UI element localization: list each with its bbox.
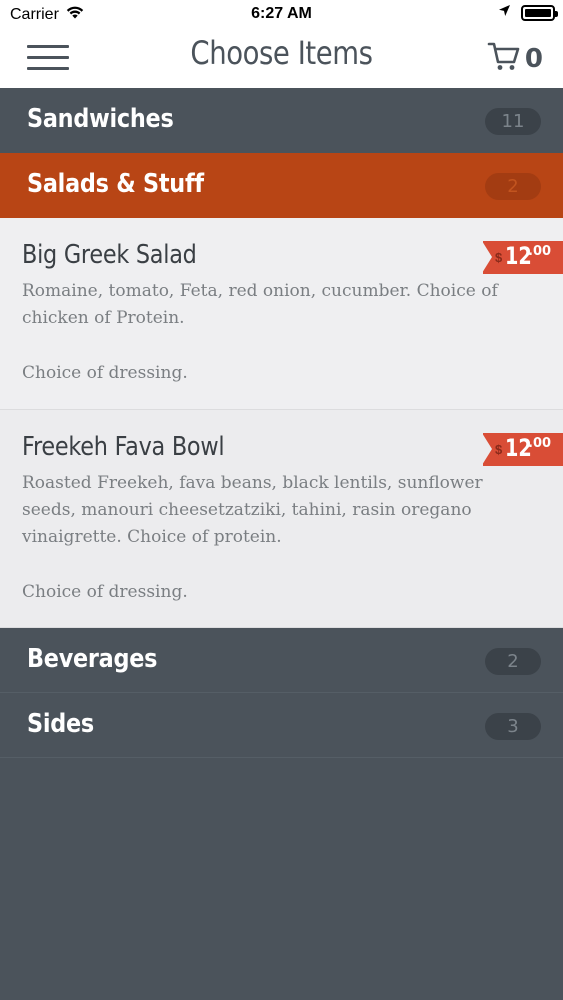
price-cents: .00 [528, 436, 552, 451]
menu-item-big-greek-salad[interactable]: Big Greek Salad $ 12 .00 Romaine, tomato… [0, 218, 563, 410]
status-bar: Carrier 6:27 AM [0, 0, 563, 28]
category-label: Sides [27, 709, 94, 739]
category-label: Beverages [27, 644, 158, 674]
location-arrow-icon [498, 4, 511, 22]
price-tag: $ 12 .00 [482, 433, 563, 466]
price-tag: $ 12 .00 [482, 241, 563, 274]
item-dressing-note: Choice of dressing. [22, 582, 188, 602]
price-cents: .00 [528, 244, 552, 259]
category-label: Salads & Stuff [27, 169, 204, 199]
status-right [498, 4, 558, 22]
navigation-bar: Choose Items 0 [0, 28, 563, 88]
price-currency: $ [495, 250, 503, 265]
item-description: Romaine, tomato, Feta, red onion, cucumb… [22, 281, 498, 328]
category-count-badge: 3 [485, 713, 541, 740]
cart-button[interactable]: 0 [487, 40, 543, 77]
category-sides[interactable]: Sides 3 [0, 693, 563, 758]
item-dressing-note: Choice of dressing. [22, 363, 188, 383]
item-description: Roasted Freekeh, fava beans, black lenti… [22, 473, 483, 547]
battery-icon [521, 5, 558, 21]
menu-item-freekeh-fava-bowl[interactable]: Freekeh Fava Bowl $ 12 .00 Roasted Freek… [0, 410, 563, 628]
item-name: Freekeh Fava Bowl [22, 432, 225, 462]
cart-count: 0 [524, 43, 543, 74]
cart-icon [487, 40, 521, 77]
category-count-badge: 11 [485, 108, 541, 135]
category-count-badge: 2 [485, 173, 541, 200]
category-salads-and-stuff[interactable]: Salads & Stuff 2 [0, 153, 563, 218]
item-name: Big Greek Salad [22, 240, 197, 270]
category-sandwiches[interactable]: Sandwiches 11 [0, 88, 563, 153]
category-count-badge: 2 [485, 648, 541, 675]
category-beverages[interactable]: Beverages 2 [0, 628, 563, 693]
status-time: 6:27 AM [251, 5, 312, 22]
category-label: Sandwiches [27, 104, 174, 134]
price-currency: $ [495, 442, 503, 457]
page-title: Choose Items [190, 34, 373, 72]
